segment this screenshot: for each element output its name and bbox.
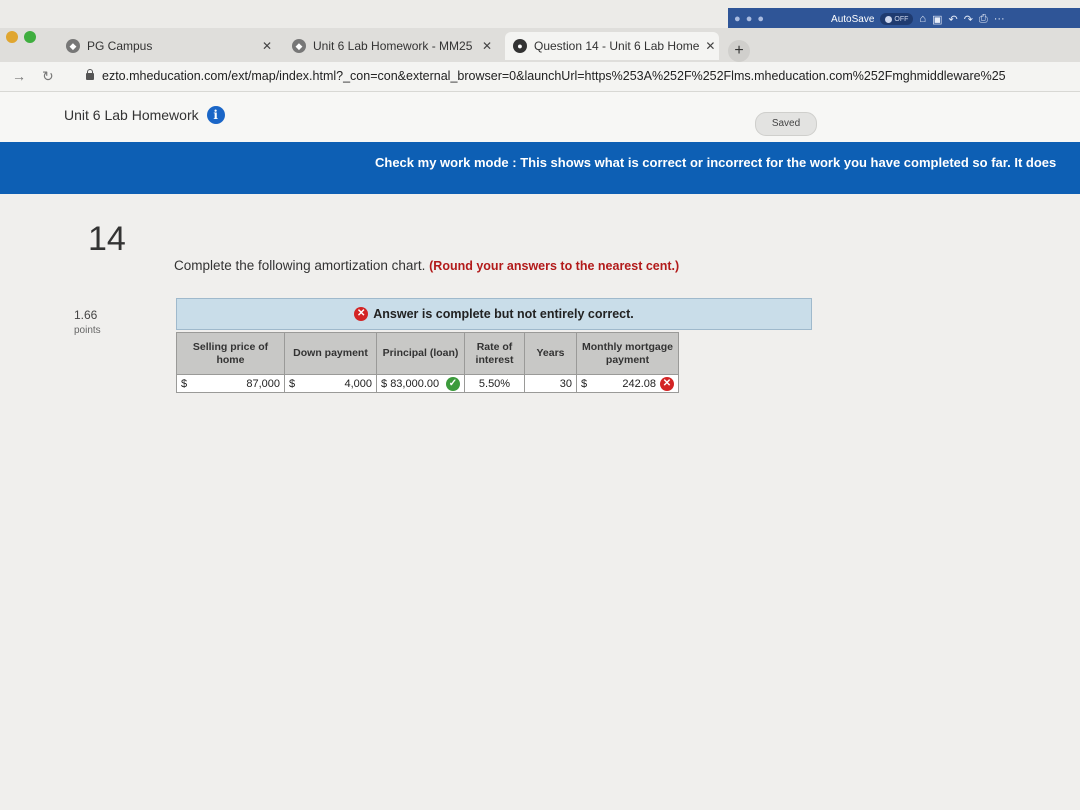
assignment-title: Unit 6 Lab Homework i	[64, 106, 225, 124]
unit-favicon-icon: ◆	[292, 39, 306, 53]
app-header: Unit 6 Lab Homework i Saved	[0, 92, 1080, 142]
question-area: 14 1.66 points Complete the following am…	[0, 194, 1080, 810]
years-cell: 30	[524, 374, 577, 393]
answer-status-bar: ✕ Answer is complete but not entirely co…	[176, 298, 812, 330]
question-prompt: Complete the following amortization char…	[174, 258, 680, 273]
autosave-label: AutoSave	[831, 13, 875, 25]
pg-campus-favicon-icon: ◆	[66, 39, 80, 53]
rounding-note: (Round your answers to the nearest cent.…	[429, 259, 680, 273]
window-controls-icon: ● ● ●	[734, 13, 766, 25]
incorrect-icon: ✕	[660, 376, 674, 391]
points-box: 1.66 points	[74, 308, 101, 338]
tab-unit6-homework[interactable]: ◆ Unit 6 Lab Homework - MM25 ✕	[284, 32, 500, 60]
url-field[interactable]: ezto.mheducation.com/ext/map/index.html?…	[86, 69, 1080, 83]
rate-cell: 5.50%	[464, 374, 525, 393]
incorrect-icon: ✕	[354, 307, 369, 321]
close-tab-icon[interactable]: ✕	[476, 39, 492, 53]
reload-icon[interactable]: ↻	[42, 68, 54, 85]
header-rate: Rate of interest	[464, 332, 525, 375]
check-my-work-banner: Check my work mode : This shows what is …	[0, 142, 1080, 194]
maximize-icon[interactable]	[24, 31, 36, 43]
header-principal: Principal (loan)	[376, 332, 465, 375]
info-icon[interactable]: i	[206, 106, 225, 124]
save-icon[interactable]: ▣	[932, 13, 942, 26]
undo-icon[interactable]: ↶	[948, 13, 957, 26]
close-tab-icon[interactable]: ✕	[699, 39, 715, 53]
down-payment-cell: $4,000	[284, 374, 377, 393]
tab-question-14[interactable]: ● Question 14 - Unit 6 Lab Home ✕	[505, 32, 719, 60]
table-row: $87,000 $4,000 $ 83,000.00 ✓ 5.50% 30 $24…	[176, 374, 679, 393]
more-icon[interactable]: ···	[994, 13, 1005, 25]
tab-pg-campus[interactable]: ◆ PG Campus ✕	[58, 32, 280, 60]
header-down-payment: Down payment	[284, 332, 377, 375]
selling-price-cell: $87,000	[176, 374, 285, 393]
window-controls	[6, 31, 36, 43]
toggle-knob-icon	[885, 15, 893, 23]
lock-icon	[86, 69, 94, 80]
points-label: points	[74, 325, 101, 336]
forward-arrow-icon[interactable]: →	[12, 68, 26, 84]
header-years: Years	[524, 332, 577, 375]
print-icon[interactable]: ⎙	[979, 13, 988, 26]
principal-input[interactable]: $ 83,000.00 ✓	[376, 374, 465, 393]
question-number: 14	[88, 220, 126, 258]
points-value: 1.66	[74, 308, 98, 322]
office-toolbar: ● ● ● AutoSave OFF ⌂ ▣ ↶ ↷ ⎙ ···	[728, 8, 1080, 30]
address-bar: → ↻ ezto.mheducation.com/ext/map/index.h…	[0, 62, 1080, 92]
autosave-toggle[interactable]: OFF	[880, 13, 914, 25]
correct-icon: ✓	[446, 376, 460, 391]
amortization-table: Selling price of home Down payment Princ…	[176, 332, 679, 393]
table-header-row: Selling price of home Down payment Princ…	[176, 332, 679, 375]
answer-status-text: Answer is complete but not entirely corr…	[373, 307, 634, 321]
question-favicon-icon: ●	[513, 39, 527, 53]
saved-status: Saved	[755, 112, 817, 136]
minimize-icon[interactable]	[6, 31, 18, 43]
redo-icon[interactable]: ↷	[964, 13, 973, 26]
browser-tab-bar: ◆ PG Campus ✕ ◆ Unit 6 Lab Homework - MM…	[0, 28, 1080, 62]
header-monthly-payment: Monthly mortgage payment	[576, 332, 679, 375]
new-tab-button[interactable]: +	[728, 40, 750, 62]
home-icon[interactable]: ⌂	[919, 13, 926, 25]
monthly-payment-input[interactable]: $242.08 ✕	[576, 374, 679, 393]
header-selling-price: Selling price of home	[176, 332, 285, 375]
close-tab-icon[interactable]: ✕	[256, 39, 272, 53]
